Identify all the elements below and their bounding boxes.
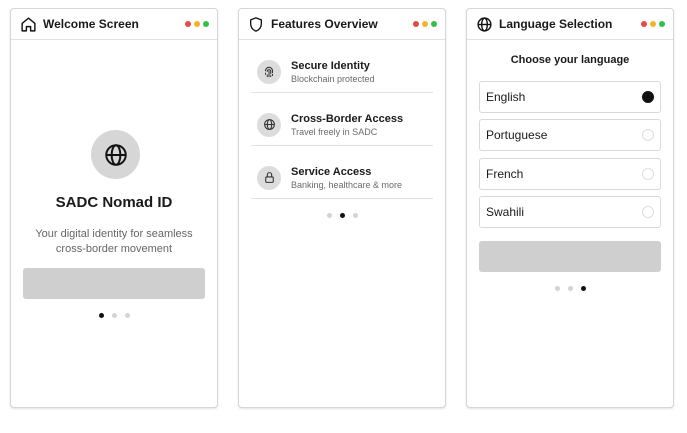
close-dot[interactable] — [185, 21, 191, 27]
minimize-dot[interactable] — [422, 21, 428, 27]
feature-item-service-access[interactable]: Service Access Banking, healthcare & mor… — [251, 157, 433, 199]
language-label: Swahili — [486, 205, 525, 219]
lock-icon — [257, 165, 281, 190]
language-heading: Choose your language — [510, 54, 630, 66]
feature-subtitle: Blockchain protected — [291, 73, 375, 84]
globe-icon — [91, 130, 140, 179]
page-dot-1[interactable] — [554, 286, 560, 291]
page-dot-1[interactable] — [98, 313, 104, 318]
close-dot[interactable] — [641, 21, 647, 27]
minimize-dot[interactable] — [650, 21, 656, 27]
language-option-french[interactable]: French — [479, 158, 661, 190]
close-dot[interactable] — [413, 21, 419, 27]
app-name: SADC Nomad ID — [55, 194, 173, 211]
maximize-dot[interactable] — [659, 21, 665, 27]
feature-subtitle: Travel freely in SADC — [291, 126, 378, 137]
language-option-swahili[interactable]: Swahili — [479, 196, 661, 228]
page-dot-3[interactable] — [124, 313, 130, 318]
language-selection-window: Language Selection Choose your language … — [466, 8, 674, 408]
feature-item-secure-identity[interactable]: Secure Identity Blockchain protected — [251, 51, 433, 93]
feature-title: Service Access — [291, 165, 372, 178]
language-titlebar: Language Selection — [467, 9, 673, 40]
feature-item-cross-border[interactable]: Cross-Border Access Travel freely in SAD… — [251, 104, 433, 146]
continue-button[interactable] — [479, 241, 661, 272]
page-indicator — [239, 213, 445, 218]
language-label: Portuguese — [486, 128, 548, 142]
page-dot-2[interactable] — [339, 213, 345, 218]
page-indicator — [467, 286, 673, 291]
welcome-screen-window: Welcome Screen SADC Nomad ID Your digita… — [10, 8, 218, 408]
features-overview-window: Features Overview Secure Identity Blockc… — [238, 8, 446, 408]
language-label: English — [486, 90, 526, 104]
window-title: Language Selection — [499, 17, 613, 31]
page-indicator — [11, 313, 217, 318]
window-controls — [641, 21, 665, 27]
window-title: Features Overview — [271, 17, 378, 31]
globe-icon — [475, 15, 493, 33]
page-dot-2[interactable] — [567, 286, 573, 291]
page-dot-1[interactable] — [326, 213, 332, 218]
page-dot-2[interactable] — [111, 313, 117, 318]
maximize-dot[interactable] — [431, 21, 437, 27]
app-tagline: Your digital identity for seamless cross… — [35, 228, 193, 255]
feature-title: Secure Identity — [291, 59, 370, 72]
radio-selected[interactable] — [642, 91, 654, 103]
home-icon — [19, 15, 37, 33]
page-dot-3[interactable] — [580, 286, 586, 291]
welcome-titlebar: Welcome Screen — [11, 9, 217, 40]
globe-icon — [257, 112, 281, 137]
maximize-dot[interactable] — [203, 21, 209, 27]
radio-unselected[interactable] — [642, 168, 654, 180]
window-controls — [185, 21, 209, 27]
features-titlebar: Features Overview — [239, 9, 445, 40]
feature-subtitle: Banking, healthcare & more — [291, 179, 403, 190]
shield-icon — [247, 15, 265, 33]
language-label: French — [486, 167, 524, 181]
fingerprint-icon — [257, 59, 281, 84]
radio-unselected[interactable] — [642, 129, 654, 141]
language-option-portuguese[interactable]: Portuguese — [479, 119, 661, 151]
page-dot-3[interactable] — [352, 213, 358, 218]
window-controls — [413, 21, 437, 27]
window-title: Welcome Screen — [43, 17, 139, 31]
get-started-button[interactable] — [23, 268, 205, 299]
radio-unselected[interactable] — [642, 206, 654, 218]
minimize-dot[interactable] — [194, 21, 200, 27]
language-option-english[interactable]: English — [479, 81, 661, 113]
feature-title: Cross-Border Access — [291, 112, 404, 125]
